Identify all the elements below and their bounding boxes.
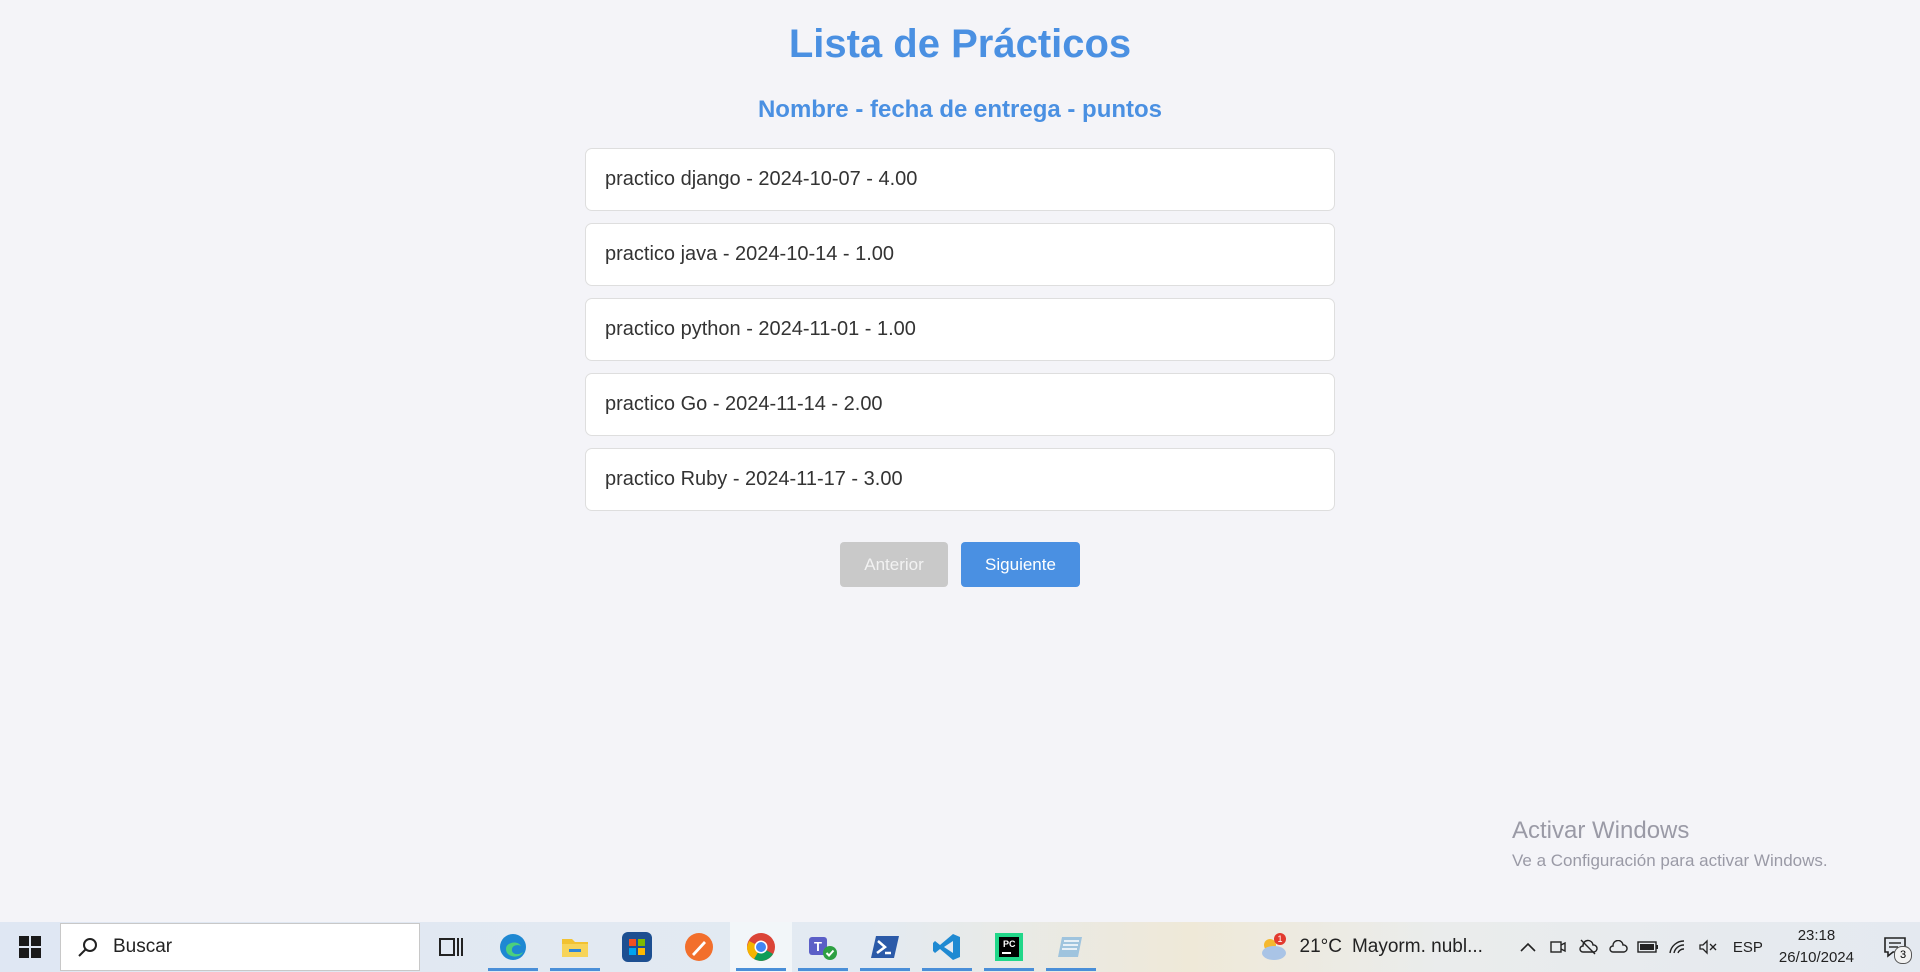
task-view-button[interactable]: [420, 922, 482, 972]
chevron-up-icon: [1520, 942, 1536, 952]
watermark-title: Activar Windows: [1512, 817, 1690, 844]
notification-center-button[interactable]: 3: [1870, 922, 1920, 972]
taskbar-app-chrome[interactable]: [730, 922, 792, 972]
svg-text:T: T: [814, 939, 822, 954]
volume-muted-icon: [1699, 939, 1717, 955]
edge-icon: [500, 934, 526, 960]
weather-widget[interactable]: 1 21°C Mayorm. nubl...: [1256, 932, 1483, 962]
taskbar-app-file-explorer[interactable]: [544, 922, 606, 972]
list-item: practico python - 2024-11-01 - 1.00: [585, 298, 1335, 361]
folder-icon: [562, 939, 588, 957]
show-hidden-icons-button[interactable]: [1513, 922, 1543, 972]
taskbar-app-vscode[interactable]: [916, 922, 978, 972]
clock[interactable]: 23:18 26/10/2024: [1779, 925, 1854, 969]
tray-network[interactable]: [1663, 922, 1693, 972]
search-icon: [78, 938, 97, 957]
taskbar-app-pycharm[interactable]: PC: [978, 922, 1040, 972]
previous-button[interactable]: Anterior: [840, 542, 948, 587]
next-button[interactable]: Siguiente: [961, 542, 1080, 587]
weather-condition: Mayorm. nubl...: [1351, 936, 1483, 957]
watermark-subtitle: Ve a Configuración para activar Windows.: [1512, 851, 1828, 870]
taskbar-app-store[interactable]: [606, 922, 668, 972]
weather-badge: 1: [1277, 934, 1282, 944]
list-item: practico Go - 2024-11-14 - 2.00: [585, 373, 1335, 436]
system-tray: 1 21°C Mayorm. nubl... ESP 23:18 26/10/2…: [1256, 922, 1920, 972]
tray-meet-now[interactable]: [1543, 922, 1573, 972]
clock-date: 26/10/2024: [1778, 949, 1854, 966]
task-view-icon: [439, 938, 463, 956]
tray-onedrive[interactable]: [1603, 922, 1633, 972]
taskbar-app-powershell[interactable]: [854, 922, 916, 972]
camera-icon: [1550, 941, 1566, 953]
clock-time: 23:18: [1797, 927, 1836, 944]
page-content: Lista de Prácticos Nombre - fecha de ent…: [0, 0, 1920, 922]
swift-icon: [685, 933, 713, 961]
cloud-sun-icon: 1: [1261, 933, 1286, 960]
powershell-icon: [871, 936, 899, 958]
list-item: practico Ruby - 2024-11-17 - 3.00: [585, 448, 1335, 511]
notepad-icon: [1058, 937, 1082, 957]
list-subtitle: Nombre - fecha de entrega - puntos: [757, 96, 1163, 123]
list-item: practico java - 2024-10-14 - 1.00: [585, 223, 1335, 286]
activation-watermark: Activar Windows Ve a Configuración para …: [1512, 817, 1828, 871]
search-placeholder: Buscar: [113, 936, 173, 957]
pagination: Anterior Siguiente: [840, 542, 1080, 587]
taskbar-app-teams[interactable]: T: [792, 922, 854, 972]
teams-icon: T: [809, 937, 837, 960]
taskbar-app-edge[interactable]: [482, 922, 544, 972]
taskbar-app-notepad[interactable]: [1040, 922, 1102, 972]
tray-volume[interactable]: [1693, 922, 1723, 972]
cloud-offline-icon: [1579, 939, 1598, 955]
notification-count: 3: [1894, 946, 1912, 964]
svg-text:PC: PC: [1003, 939, 1016, 949]
pycharm-icon: PC: [995, 933, 1023, 961]
list-item: practico django - 2024-10-07 - 4.00: [585, 148, 1335, 211]
windows-logo-icon: [19, 936, 41, 958]
taskbar-app-swift[interactable]: [668, 922, 730, 972]
practicos-list: practico django - 2024-10-07 - 4.00 prac…: [585, 148, 1335, 523]
tray-battery[interactable]: [1633, 922, 1663, 972]
chrome-icon: [747, 933, 775, 961]
tray-onedrive-offline[interactable]: [1573, 922, 1603, 972]
battery-icon: [1637, 941, 1658, 953]
taskbar: Buscar T PC 1 21°C Mayorm. nubl... ESP 2…: [0, 922, 1920, 972]
wifi-icon: [1669, 940, 1684, 954]
store-icon: [622, 932, 652, 962]
cloud-icon: [1609, 940, 1628, 953]
page-title: Lista de Prácticos: [788, 22, 1132, 66]
vscode-icon: [933, 934, 960, 960]
taskbar-search[interactable]: Buscar: [60, 923, 420, 971]
input-language[interactable]: ESP: [1733, 939, 1763, 956]
weather-temperature: 21°C: [1299, 936, 1342, 957]
start-button[interactable]: [0, 922, 60, 972]
